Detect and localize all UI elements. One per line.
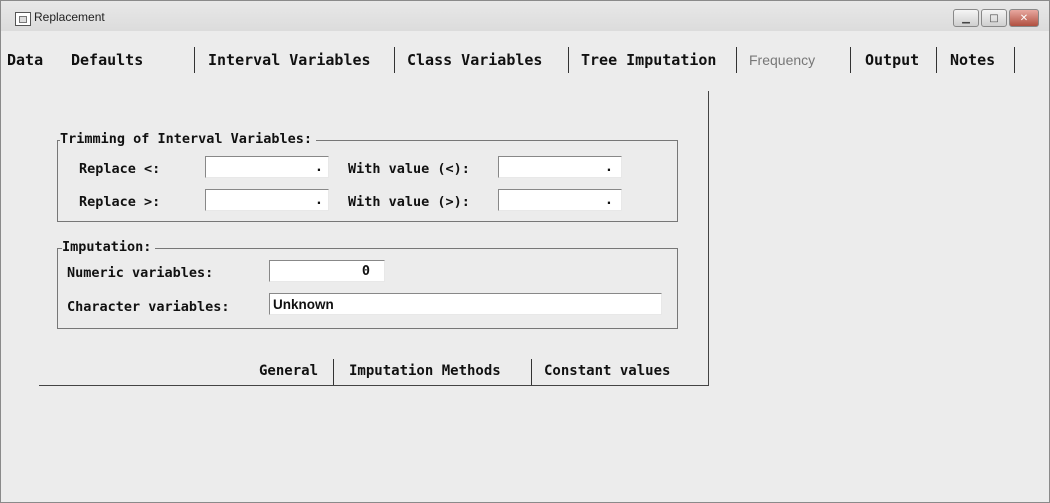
tab-bar: Data Defaults Interval Variables Class V… <box>1 34 1049 74</box>
tab-separator <box>936 47 937 73</box>
subtab-separator <box>333 359 334 385</box>
tab-tree-imputation[interactable]: Tree Imputation <box>581 51 716 69</box>
replace-gt-label: Replace >: <box>79 194 161 210</box>
panel-border <box>708 91 709 385</box>
numeric-variables-label: Numeric variables: <box>67 265 214 281</box>
minimize-icon: ▁ <box>962 12 970 24</box>
tab-separator <box>1014 47 1015 73</box>
tab-class-variables[interactable]: Class Variables <box>407 51 542 69</box>
subtab-constant-values[interactable]: Constant values <box>544 363 670 379</box>
app-icon <box>15 12 31 26</box>
title-bar: Replacement ▁ □ ✕ <box>1 1 1049 31</box>
tab-output[interactable]: Output <box>865 51 919 69</box>
with-gt-value: . <box>604 192 613 208</box>
numeric-variables-field[interactable]: 0 <box>269 260 385 282</box>
replace-lt-field[interactable]: . <box>205 156 329 178</box>
with-gt-field[interactable]: . <box>498 189 622 211</box>
imputation-group-label: Imputation: <box>62 239 156 255</box>
tab-separator <box>194 47 195 73</box>
with-gt-label: With value (>): <box>348 194 470 210</box>
tab-separator <box>850 47 851 73</box>
tab-data[interactable]: Data <box>7 51 43 69</box>
subtab-imputation-methods[interactable]: Imputation Methods <box>349 363 501 379</box>
minimize-button[interactable]: ▁ <box>953 9 979 27</box>
with-lt-label: With value (<): <box>348 161 470 177</box>
character-variables-field[interactable]: Unknown <box>269 293 662 315</box>
subtab-strip-line <box>39 385 709 386</box>
with-lt-field[interactable]: . <box>498 156 622 178</box>
replace-lt-label: Replace <: <box>79 161 161 177</box>
tab-separator <box>394 47 395 73</box>
replacement-window: Replacement ▁ □ ✕ Data Defaults Interval… <box>0 0 1050 503</box>
replace-gt-value: . <box>314 192 323 208</box>
numeric-variables-value: 0 <box>361 263 370 279</box>
replace-gt-field[interactable]: . <box>205 189 329 211</box>
subtab-general[interactable]: General <box>259 363 318 379</box>
maximize-icon: □ <box>989 12 999 24</box>
tab-notes[interactable]: Notes <box>950 51 995 69</box>
tab-separator <box>568 47 569 73</box>
window-title: Replacement <box>34 10 105 24</box>
tab-defaults[interactable]: Defaults <box>71 51 143 69</box>
with-lt-value: . <box>604 159 613 175</box>
character-variables-label: Character variables: <box>67 299 230 315</box>
tab-separator <box>736 47 737 73</box>
subtab-separator <box>531 359 532 385</box>
trimming-group-label: Trimming of Interval Variables: <box>60 131 316 147</box>
tab-frequency: Frequency <box>749 52 816 68</box>
close-icon: ✕ <box>1019 12 1029 24</box>
maximize-button[interactable]: □ <box>981 9 1007 27</box>
tab-interval-variables[interactable]: Interval Variables <box>208 51 371 69</box>
character-variables-value: Unknown <box>273 297 334 312</box>
replace-lt-value: . <box>314 159 323 175</box>
close-button[interactable]: ✕ <box>1009 9 1039 27</box>
